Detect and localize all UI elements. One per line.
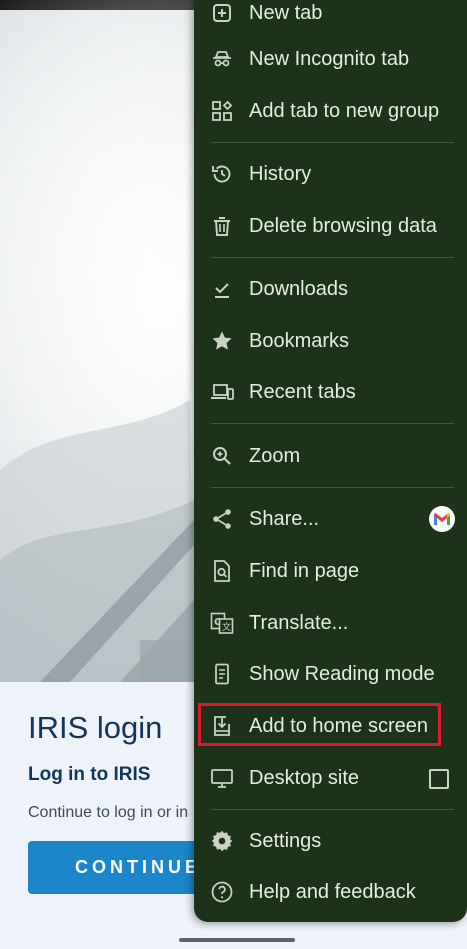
menu-item-label: Show Reading mode <box>249 662 435 685</box>
menu-item-label: Settings <box>249 829 322 852</box>
svg-text:文: 文 <box>222 621 231 633</box>
menu-item-add-to-home-screen[interactable]: Add to home screen <box>194 701 467 751</box>
menu-item-history[interactable]: History <box>194 149 467 199</box>
menu-item-settings[interactable]: Settings <box>194 816 467 866</box>
menu-divider <box>211 809 454 810</box>
menu-item-downloads[interactable]: Downloads <box>194 264 467 314</box>
translate-icon: G文 <box>210 611 234 635</box>
menu-item-help-and-feedback[interactable]: Help and feedback <box>194 867 467 917</box>
menu-item-desktop-site[interactable]: Desktop site <box>194 753 467 803</box>
plus-square-icon <box>210 1 234 25</box>
zoom-icon <box>210 444 234 468</box>
menu-divider <box>211 423 454 424</box>
reading-mode-icon <box>210 662 234 686</box>
menu-item-label: Downloads <box>249 277 348 300</box>
menu-item-new-incognito-tab[interactable]: New Incognito tab <box>194 34 467 84</box>
add-to-home-icon <box>210 714 234 738</box>
menu-item-label: Bookmarks <box>249 329 350 352</box>
login-description: Continue to log in or in <box>28 804 189 821</box>
menu-item-label: Recent tabs <box>249 380 356 403</box>
browser-overflow-menu: New tab New Incognito tab Add tab to new… <box>194 0 467 922</box>
menu-item-recent-tabs[interactable]: Recent tabs <box>194 367 467 417</box>
menu-item-share[interactable]: Share... <box>194 494 467 544</box>
share-icon <box>210 507 234 531</box>
page-title: IRIS login <box>28 710 163 745</box>
menu-item-label: Translate... <box>249 611 349 634</box>
menu-item-label: Add to home screen <box>249 714 428 737</box>
gmail-share-target-icon[interactable] <box>429 506 455 532</box>
menu-item-add-tab-to-group[interactable]: Add tab to new group <box>194 86 467 136</box>
find-in-page-icon <box>210 559 234 583</box>
menu-divider <box>211 257 454 258</box>
menu-item-label: Zoom <box>249 444 301 467</box>
history-icon <box>210 162 234 186</box>
menu-item-delete-browsing-data[interactable]: Delete browsing data <box>194 201 467 251</box>
menu-divider <box>211 142 454 143</box>
tab-group-icon <box>210 99 234 123</box>
star-icon <box>210 329 234 353</box>
menu-item-label: Share... <box>249 507 320 530</box>
trash-icon <box>210 214 234 238</box>
menu-item-label: Delete browsing data <box>249 214 437 237</box>
gesture-nav-handle[interactable] <box>179 938 295 942</box>
desktop-site-checkbox[interactable] <box>429 769 449 789</box>
download-check-icon <box>210 277 234 301</box>
screen: IRIS login Log in to IRIS Continue to lo… <box>0 0 467 949</box>
menu-item-find-in-page[interactable]: Find in page <box>194 546 467 596</box>
menu-item-bookmarks[interactable]: Bookmarks <box>194 316 467 366</box>
help-icon <box>210 880 234 904</box>
incognito-icon <box>210 47 234 71</box>
menu-item-label: Desktop site <box>249 766 360 789</box>
menu-item-label: New Incognito tab <box>249 47 410 70</box>
menu-item-new-tab[interactable]: New tab <box>194 0 467 38</box>
menu-item-zoom[interactable]: Zoom <box>194 431 467 481</box>
menu-item-label: Find in page <box>249 559 360 582</box>
menu-divider <box>211 487 454 488</box>
menu-item-label: New tab <box>249 1 323 24</box>
menu-item-label: History <box>249 162 312 185</box>
gear-icon <box>210 829 234 853</box>
menu-item-show-reading-mode[interactable]: Show Reading mode <box>194 649 467 699</box>
menu-item-label: Help and feedback <box>249 880 416 903</box>
devices-icon <box>210 380 234 404</box>
menu-item-label: Add tab to new group <box>249 99 440 122</box>
monitor-icon <box>210 766 234 790</box>
menu-item-translate[interactable]: G文 Translate... <box>194 598 467 648</box>
login-subtitle: Log in to IRIS <box>28 764 151 785</box>
